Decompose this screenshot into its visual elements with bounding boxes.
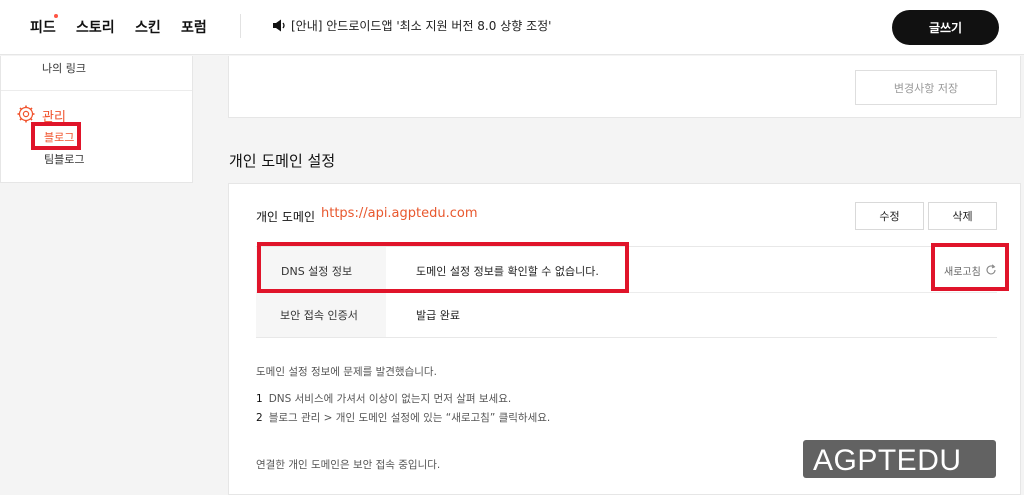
- section-title: 개인 도메인 설정: [229, 152, 336, 170]
- step-number: 1: [256, 393, 263, 405]
- step-text: 블로그 관리 > 개인 도메인 설정에 있는 “새로고침” 클릭하세요.: [268, 412, 551, 424]
- highlight-refresh-box: [931, 243, 1009, 291]
- write-button[interactable]: 글쓰기: [892, 10, 999, 45]
- nav-feed[interactable]: 피드: [30, 17, 56, 37]
- step-text: DNS 서비스에 가셔서 이상이 없는지 먼저 살펴 보세요.: [268, 393, 512, 405]
- save-panel: 변경사항 저장: [228, 56, 1021, 118]
- list-item: 1 DNS 서비스에 가셔서 이상이 없는지 먼저 살펴 보세요.: [256, 391, 511, 406]
- sidebar-item-team-blog[interactable]: 팀블로그: [44, 151, 84, 167]
- watermark: AGPTEDU: [803, 440, 996, 478]
- step-number: 2: [256, 412, 263, 424]
- top-header: 피드 스토리 스킨 포럼 [안내] 안드로이드앱 '최소 지원 버전 8.0 상…: [0, 0, 1024, 55]
- watermark-text: AGPTEDU: [813, 444, 962, 477]
- list-item: 2 블로그 관리 > 개인 도메인 설정에 있는 “새로고침” 클릭하세요.: [256, 410, 550, 425]
- edit-button[interactable]: 수정: [855, 202, 924, 230]
- sidebar: 나의 링크 관리 블로그 팀블로그: [0, 56, 193, 183]
- secure-connection-message: 연결한 개인 도메인은 보안 접속 중입니다.: [256, 459, 441, 471]
- speaker-icon: [273, 19, 285, 32]
- sidebar-item-my-link[interactable]: 나의 링크: [42, 60, 86, 76]
- sidebar-divider: [1, 90, 192, 91]
- highlight-blog-box: [31, 122, 81, 150]
- domain-label: 개인 도메인: [256, 210, 316, 224]
- nav-story[interactable]: 스토리: [76, 17, 115, 37]
- header-divider: [240, 14, 241, 38]
- feed-new-badge: [54, 14, 58, 18]
- problem-message: 도메인 설정 정보에 문제를 발견했습니다.: [256, 366, 437, 378]
- delete-button[interactable]: 삭제: [928, 202, 997, 230]
- save-changes-button[interactable]: 변경사항 저장: [855, 70, 997, 105]
- domain-url-link[interactable]: https://api.agptedu.com: [321, 206, 478, 221]
- ssl-cert-value: 발급 완료: [416, 309, 460, 322]
- gear-icon: [17, 105, 35, 123]
- highlight-dns-box: [257, 242, 629, 293]
- nav-skin[interactable]: 스킨: [135, 17, 161, 37]
- notice-text[interactable]: [안내] 안드로이드앱 '최소 지원 버전 8.0 상향 조정': [291, 17, 551, 34]
- ssl-cert-label: 보안 접속 인증서: [280, 309, 358, 322]
- nav-forum[interactable]: 포럼: [181, 17, 207, 37]
